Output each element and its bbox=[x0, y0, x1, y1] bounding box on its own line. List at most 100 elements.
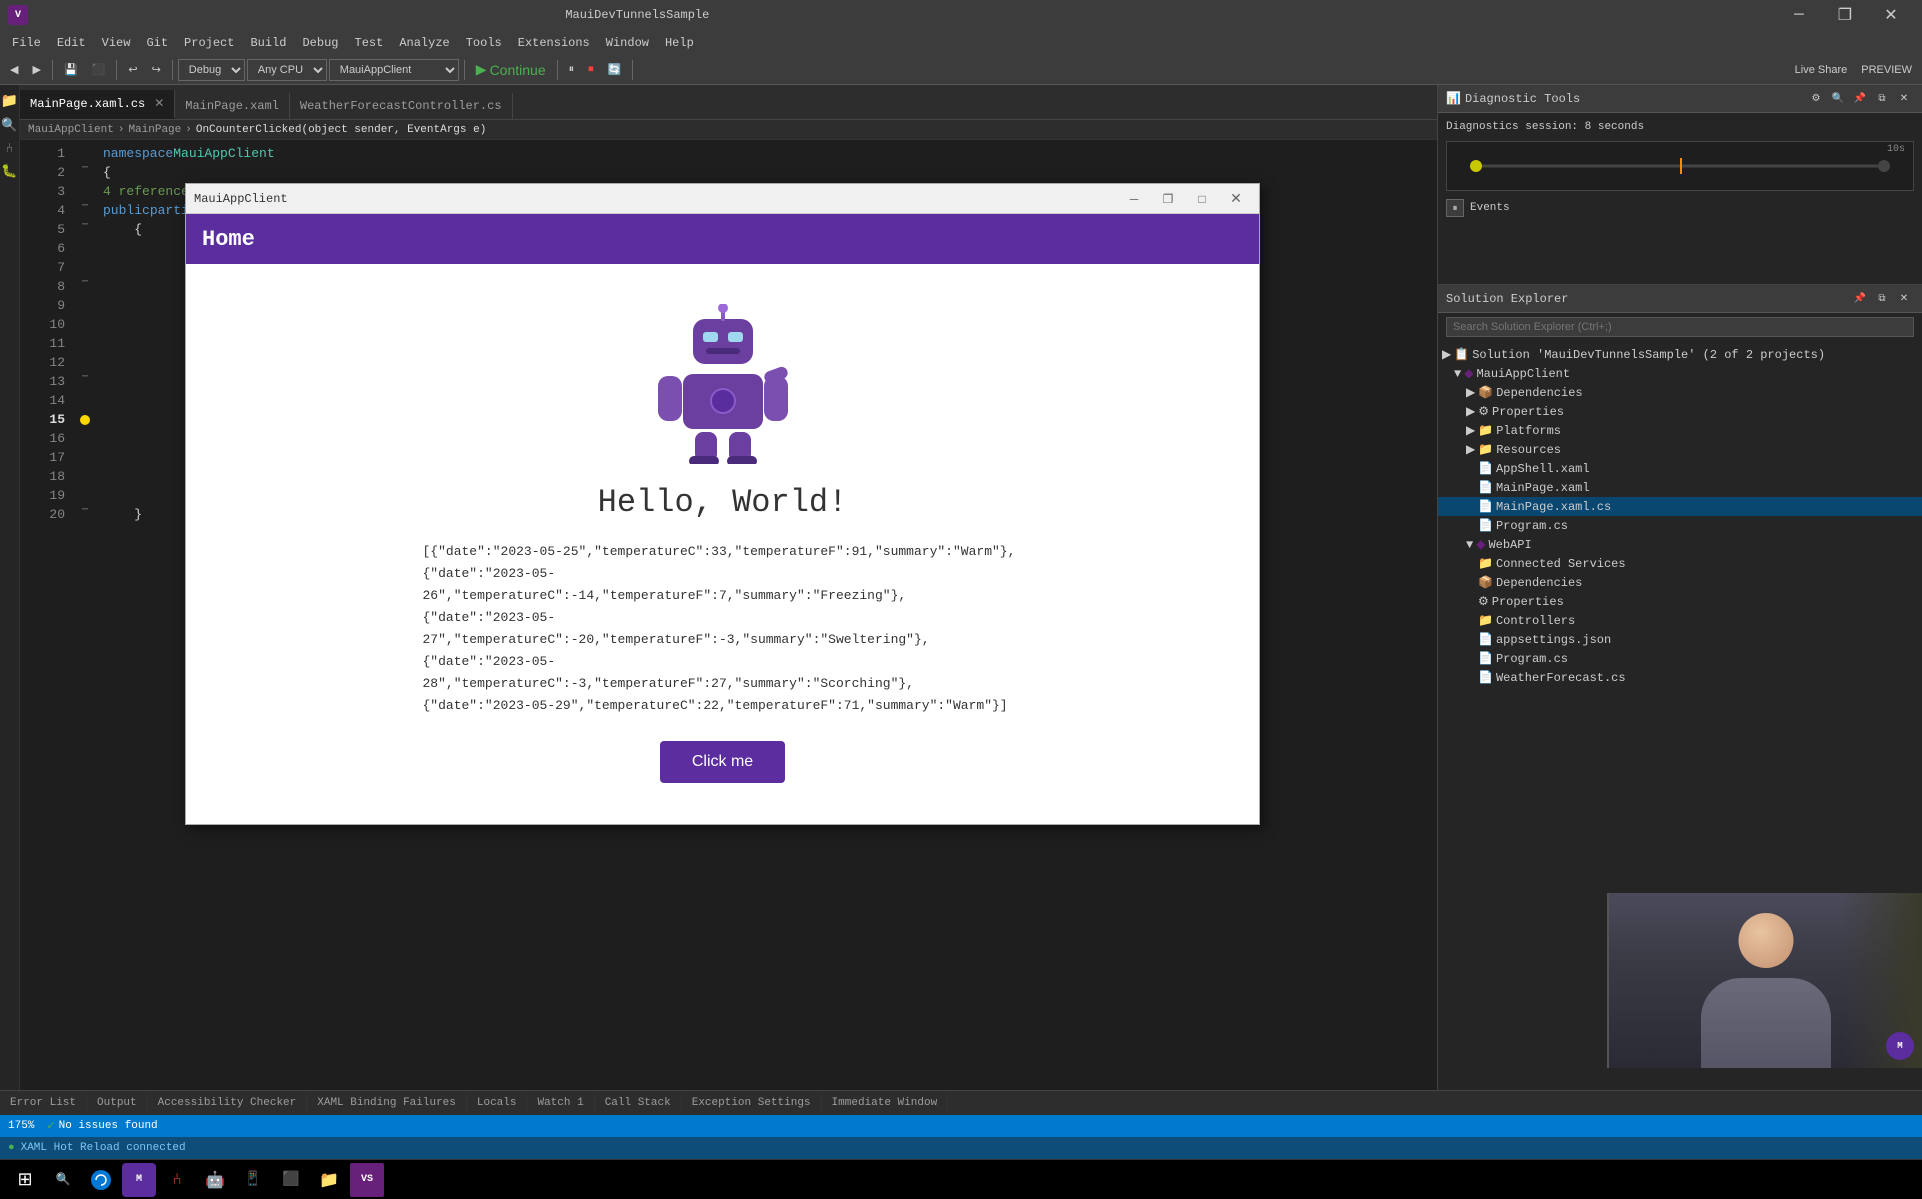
diag-pin-btn[interactable]: 📌 bbox=[1850, 89, 1870, 109]
app-close-btn[interactable]: ✕ bbox=[1221, 188, 1251, 210]
app-minimize-btn[interactable]: ─ bbox=[1119, 188, 1149, 210]
taskbar-android[interactable]: 🤖 bbox=[198, 1163, 232, 1197]
tab-watch1[interactable]: Watch 1 bbox=[527, 1093, 594, 1113]
menu-file[interactable]: File bbox=[4, 34, 49, 52]
menu-view[interactable]: View bbox=[94, 34, 139, 52]
tab-mainpage-xaml[interactable]: MainPage.xaml bbox=[175, 93, 290, 119]
back-btn[interactable]: ◀ bbox=[4, 61, 24, 78]
save-btn[interactable]: 💾 bbox=[58, 61, 84, 78]
se-program-webapi[interactable]: 📄 Program.cs bbox=[1438, 649, 1922, 668]
menu-edit[interactable]: Edit bbox=[49, 34, 94, 52]
menu-analyze[interactable]: Analyze bbox=[391, 34, 457, 52]
breadcrumb-part2[interactable]: MainPage bbox=[128, 124, 181, 136]
tab-exception-settings[interactable]: Exception Settings bbox=[682, 1093, 822, 1113]
se-controllers[interactable]: 📁 Controllers bbox=[1438, 611, 1922, 630]
menu-window[interactable]: Window bbox=[598, 34, 657, 52]
click-me-button[interactable]: Click me bbox=[660, 741, 785, 783]
menu-help[interactable]: Help bbox=[657, 34, 702, 52]
app-max-btn[interactable]: □ bbox=[1187, 188, 1217, 210]
solution-explorer-search[interactable] bbox=[1446, 317, 1914, 337]
menu-git[interactable]: Git bbox=[138, 34, 176, 52]
menu-debug[interactable]: Debug bbox=[294, 34, 346, 52]
menu-test[interactable]: Test bbox=[347, 34, 392, 52]
diag-close-btn[interactable]: ✕ bbox=[1894, 89, 1914, 109]
tab-output[interactable]: Output bbox=[87, 1093, 148, 1113]
close-button[interactable]: ✕ bbox=[1868, 0, 1914, 30]
breadcrumb-part3[interactable]: OnCounterClicked(object sender, EventArg… bbox=[196, 124, 486, 136]
diag-undock-btn[interactable]: ⧉ bbox=[1872, 89, 1892, 109]
save-all-btn[interactable]: ⬛ bbox=[86, 61, 112, 78]
tab-immediate-window[interactable]: Immediate Window bbox=[822, 1093, 949, 1113]
taskbar-git[interactable]: ⑃ bbox=[160, 1163, 194, 1197]
redo-btn[interactable]: ↪ bbox=[146, 61, 167, 78]
platform-dropdown[interactable]: Any CPU bbox=[247, 59, 327, 81]
diag-search-btn[interactable]: 🔍 bbox=[1828, 89, 1848, 109]
breadcrumb-part1[interactable]: MauiAppClient bbox=[28, 124, 114, 136]
tab-close-mainpage-cs[interactable]: ✕ bbox=[154, 96, 164, 111]
minimize-button[interactable]: ─ bbox=[1776, 0, 1822, 30]
undo-btn[interactable]: ↩ bbox=[122, 61, 143, 78]
startup-project-dropdown[interactable]: MauiAppClient bbox=[329, 59, 459, 81]
taskbar-terminal[interactable]: ⬛ bbox=[274, 1163, 308, 1197]
se-webapi-deps[interactable]: 📦 Dependencies bbox=[1438, 573, 1922, 592]
activity-bar: 📁 🔍 ⑃ 🐛 bbox=[0, 85, 20, 1090]
se-program[interactable]: 📄 Program.cs bbox=[1438, 516, 1922, 535]
search-activity-icon[interactable]: 🔍 bbox=[1, 118, 17, 133]
app-nav-bar: Home bbox=[186, 214, 1259, 264]
menu-extensions[interactable]: Extensions bbox=[510, 34, 598, 52]
tab-accessibility-checker[interactable]: Accessibility Checker bbox=[148, 1093, 308, 1113]
se-appshell[interactable]: 📄 AppShell.xaml bbox=[1438, 459, 1922, 478]
explorer-icon[interactable]: 📁 bbox=[1, 93, 18, 110]
se-weatherforecast[interactable]: 📄 WeatherForecast.cs bbox=[1438, 668, 1922, 687]
app-restore-btn[interactable]: ❐ bbox=[1153, 188, 1183, 210]
se-resources[interactable]: ▶ 📁 Resources bbox=[1438, 440, 1922, 459]
se-platforms[interactable]: ▶ 📁 Platforms bbox=[1438, 421, 1922, 440]
tab-mainpage-cs[interactable]: MainPage.xaml.cs ✕ bbox=[20, 90, 175, 119]
taskbar-maui[interactable]: M bbox=[122, 1163, 156, 1197]
se-undock-btn[interactable]: ⧉ bbox=[1872, 289, 1892, 309]
se-dependencies[interactable]: ▶ 📦 Dependencies bbox=[1438, 383, 1922, 402]
diag-settings-btn[interactable]: ⚙ bbox=[1806, 89, 1826, 109]
se-close-btn[interactable]: ✕ bbox=[1894, 289, 1914, 309]
menu-project[interactable]: Project bbox=[176, 34, 242, 52]
taskbar-phone[interactable]: 📱 bbox=[236, 1163, 270, 1197]
restart-btn[interactable]: 🔄 bbox=[602, 61, 628, 78]
wdep-icon: 📦 bbox=[1478, 575, 1493, 590]
taskbar-search[interactable]: 🔍 bbox=[46, 1163, 80, 1197]
continue-btn[interactable]: ▶ Continue bbox=[470, 59, 552, 80]
taskbar-vs[interactable]: VS bbox=[350, 1163, 384, 1197]
taskbar-edge[interactable] bbox=[84, 1163, 118, 1197]
tab-label-mainpage-cs: MainPage.xaml.cs bbox=[30, 97, 145, 111]
stop-btn[interactable]: ⏹ bbox=[582, 61, 600, 78]
start-btn[interactable]: ⊞ bbox=[8, 1163, 42, 1197]
se-webapi-props[interactable]: ⚙ Properties bbox=[1438, 592, 1922, 611]
se-properties[interactable]: ▶ ⚙ Properties bbox=[1438, 402, 1922, 421]
events-pause-btn[interactable]: ⏸ bbox=[1446, 199, 1464, 217]
se-connected-services[interactable]: 📁 Connected Services bbox=[1438, 554, 1922, 573]
menu-tools[interactable]: Tools bbox=[458, 34, 510, 52]
app-nav-title: Home bbox=[202, 227, 255, 252]
app-preview-wrapper: MauiAppClient ─ ❐ □ ✕ Home bbox=[185, 183, 1260, 825]
se-mainpage-cs[interactable]: 📄 MainPage.xaml.cs bbox=[1438, 497, 1922, 516]
se-pin-btn[interactable]: 📌 bbox=[1850, 289, 1870, 309]
git-icon[interactable]: ⑃ bbox=[6, 141, 14, 156]
live-share-btn[interactable]: Live Share bbox=[1789, 62, 1854, 78]
forward-btn[interactable]: ▶ bbox=[26, 61, 46, 78]
restore-button[interactable]: ❐ bbox=[1822, 0, 1868, 30]
menu-build[interactable]: Build bbox=[242, 34, 294, 52]
se-appsettings[interactable]: 📄 appsettings.json bbox=[1438, 630, 1922, 649]
pause-btn[interactable]: ⏸ bbox=[563, 61, 581, 78]
se-mainpage[interactable]: 📄 MainPage.xaml bbox=[1438, 478, 1922, 497]
tab-weatherforecast[interactable]: WeatherForecastController.cs bbox=[290, 93, 513, 119]
tab-xaml-binding[interactable]: XAML Binding Failures bbox=[307, 1093, 467, 1113]
tab-call-stack[interactable]: Call Stack bbox=[595, 1093, 682, 1113]
se-solution[interactable]: ▶ 📋 Solution 'MauiDevTunnelsSample' (2 o… bbox=[1438, 345, 1922, 364]
debug-activity-icon[interactable]: 🐛 bbox=[1, 164, 17, 179]
tab-locals[interactable]: Locals bbox=[467, 1093, 528, 1113]
tab-error-list[interactable]: Error List bbox=[0, 1093, 87, 1113]
debug-config-dropdown[interactable]: Debug bbox=[178, 59, 245, 81]
se-webapi[interactable]: ▼ ◆ WebAPI bbox=[1438, 535, 1922, 554]
se-project-maui[interactable]: ▼ ◆ MauiAppClient bbox=[1438, 364, 1922, 383]
preview-btn[interactable]: PREVIEW bbox=[1855, 62, 1918, 78]
taskbar-folder[interactable]: 📁 bbox=[312, 1163, 346, 1197]
